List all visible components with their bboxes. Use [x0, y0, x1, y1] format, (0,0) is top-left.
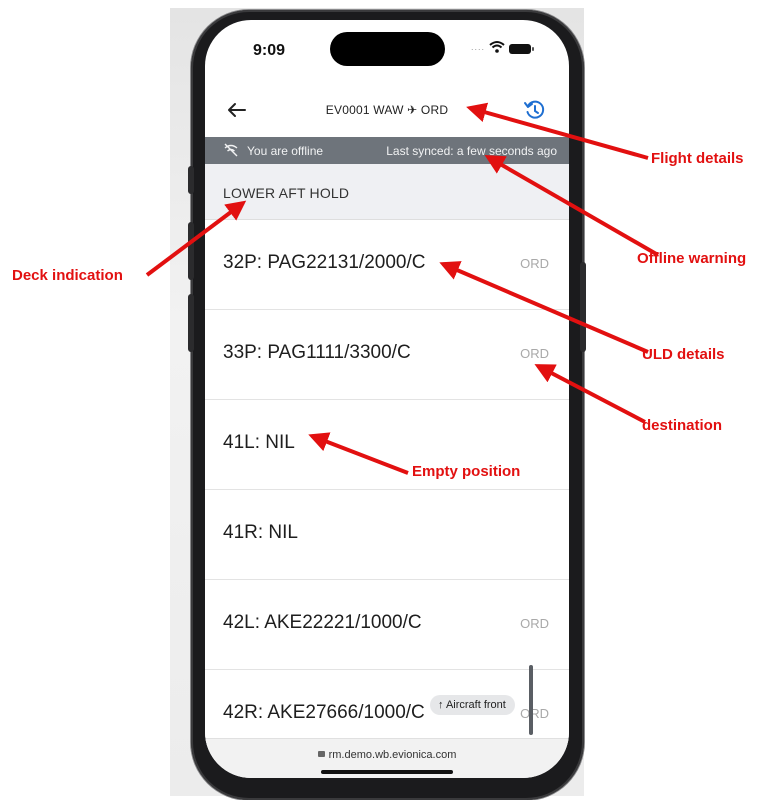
uld-row-41r[interactable]: 41R: NIL [205, 490, 569, 580]
callout-uld-details: ULD details [642, 346, 725, 363]
uld-row-32p[interactable]: 32P: PAG22131/2000/C ORD [205, 220, 569, 310]
deck-label: LOWER AFT HOLD [223, 185, 350, 201]
history-icon[interactable] [521, 96, 549, 124]
lock-icon [317, 751, 325, 757]
phone-screen: 9:09 .... EV0001 WAW ✈ ORD You are offli… [205, 20, 569, 778]
offline-message: You are offline [247, 144, 324, 158]
callout-empty-position: Empty position [412, 463, 521, 480]
status-time: 9:09 [253, 42, 286, 59]
uld-list: 32P: PAG22131/2000/C ORD 33P: PAG1111/33… [205, 220, 569, 760]
callout-deck-indication: Deck indication [12, 267, 123, 284]
wifi-icon [489, 41, 505, 53]
uld-label: 33P: PAG1111/3300/C [223, 342, 411, 363]
callout-flight-details: Flight details [651, 150, 744, 167]
uld-label: 42L: AKE22221/1000/C [223, 612, 422, 633]
phone-power-button [580, 262, 586, 352]
scrollbar[interactable] [529, 665, 533, 735]
uld-destination: ORD [520, 616, 549, 631]
url-text: rm.demo.wb.evionica.com [205, 749, 569, 761]
phone-mute-switch [188, 166, 194, 194]
uld-label: 42R: AKE27666/1000/C [223, 702, 425, 723]
uld-row-33p[interactable]: 33P: PAG1111/3300/C ORD [205, 310, 569, 400]
url-value: rm.demo.wb.evionica.com [328, 749, 457, 761]
uld-destination: ORD [520, 256, 549, 271]
offline-warning-bar: You are offline Last synced: a few secon… [205, 137, 569, 164]
uld-label: 41L: NIL [223, 432, 295, 453]
uld-row-42l[interactable]: 42L: AKE22221/1000/C ORD [205, 580, 569, 670]
aircraft-front-button[interactable]: ↑ Aircraft front [430, 695, 515, 715]
phone-volume-up-button [188, 222, 194, 280]
uld-label: 32P: PAG22131/2000/C [223, 252, 426, 273]
uld-destination: ORD [520, 346, 549, 361]
signal-icon: .... [471, 42, 486, 52]
battery-icon [509, 44, 534, 54]
dynamic-island [330, 32, 445, 66]
home-indicator[interactable] [321, 770, 453, 774]
flight-title: EV0001 WAW ✈ ORD [325, 103, 449, 117]
uld-label: 41R: NIL [223, 522, 298, 543]
deck-header: LOWER AFT HOLD [205, 164, 569, 220]
offline-icon [224, 143, 238, 157]
phone-volume-down-button [188, 294, 194, 352]
callout-destination: destination [642, 417, 723, 434]
status-bar: 9:09 .... [205, 20, 569, 80]
callout-offline-warning: Offline warning [637, 250, 747, 267]
app-header: EV0001 WAW ✈ ORD [205, 90, 569, 134]
last-synced-text: Last synced: a few seconds ago [386, 144, 557, 158]
uld-destination: ORD [520, 706, 549, 721]
